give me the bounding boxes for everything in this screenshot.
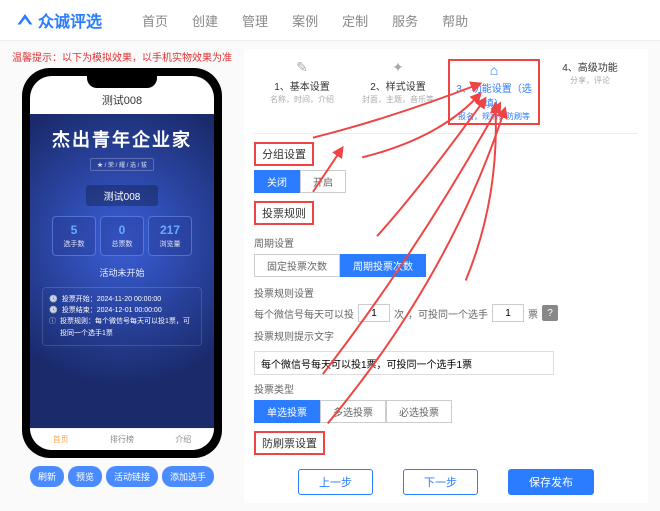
hero-section: 杰出青年企业家 ★ / 荣 / 耀 / 选 / 拔 测试008 5 选手数 0 …	[30, 114, 214, 428]
link-button[interactable]: 活动链接	[106, 466, 158, 487]
config-panel: ✎ 1、基本设置 名称，时间，介绍 ✦ 2、样式设置 封面，主题，音乐等 ⌂ 3…	[244, 49, 648, 503]
step-nav: ✎ 1、基本设置 名称，时间，介绍 ✦ 2、样式设置 封面，主题，音乐等 ⌂ 3…	[254, 57, 638, 134]
refresh-button[interactable]: 刷新	[30, 466, 64, 487]
rule-row: 每个微信号每天可以投 次 ，可投同一个选手 票 ?	[254, 304, 638, 322]
nav-create[interactable]: 创建	[192, 11, 218, 30]
edit-icon: ✎	[256, 59, 348, 76]
top-nav: 首页 创建 管理 案例 定制 服务 帮助	[142, 11, 468, 30]
main-area: 温馨提示：以下为模拟效果，以手机实物效果为准 测试008 杰出青年企业家 ★ /…	[0, 41, 660, 511]
nav-manage[interactable]: 管理	[242, 11, 268, 30]
vote-type-toggle: 单选投票 多选投票 必选投票	[254, 400, 638, 423]
logo-icon	[16, 11, 34, 29]
group-toggle: 关闭 开启	[254, 170, 638, 193]
tab-home[interactable]: 首页	[30, 429, 91, 450]
preview-button[interactable]: 预览	[68, 466, 102, 487]
step-advanced[interactable]: 4、高级功能 分享，评论	[542, 57, 638, 127]
phone-frame: 测试008 杰出青年企业家 ★ / 荣 / 耀 / 选 / 拔 测试008 5 …	[22, 68, 222, 458]
hero-subtitle: ★ / 荣 / 耀 / 选 / 拔	[90, 158, 154, 171]
clock-icon: 🕓	[49, 294, 58, 305]
save-publish-button[interactable]: 保存发布	[508, 469, 594, 495]
brand-text: 众诚评选	[38, 8, 102, 32]
vote-rules-label: 投票规则	[254, 201, 314, 225]
cycle-toggle: 固定投票次数 周期投票次数	[254, 254, 638, 277]
info-rule: ⓘ投票规则：每个微信号每天可以投1票，可投同一个选手1票	[49, 316, 195, 338]
hint-label: 投票规则提示文字	[254, 328, 638, 343]
sparkle-icon: ✦	[352, 59, 444, 76]
activity-status: 活动未开始	[36, 266, 208, 279]
votes-per-day-input[interactable]	[358, 304, 390, 322]
vote-type-multi[interactable]: 多选投票	[320, 400, 386, 423]
shield-icon: ⌂	[454, 62, 534, 78]
vote-type-label: 投票类型	[254, 381, 638, 396]
hero-badge: 测试008	[86, 185, 159, 206]
anti-cheat-label: 防刷票设置	[254, 431, 325, 455]
nav-home[interactable]: 首页	[142, 11, 168, 30]
step-style[interactable]: ✦ 2、样式设置 封面，主题，音乐等	[350, 57, 446, 127]
cycle-periodic-button[interactable]: 周期投票次数	[340, 254, 426, 277]
prev-step-button[interactable]: 上一步	[298, 469, 373, 495]
warning-text: 温馨提示：以下为模拟效果，以手机实物效果为准	[12, 49, 232, 64]
info-start: 🕓投票开始：2024-11-20 00:00:00	[49, 294, 195, 305]
nav-custom[interactable]: 定制	[342, 11, 368, 30]
hint-input[interactable]	[254, 351, 554, 375]
info-box: 🕓投票开始：2024-11-20 00:00:00 🕓投票结束：2024-12-…	[42, 287, 202, 346]
clock-icon: 🕓	[49, 305, 58, 316]
brand-logo[interactable]: 众诚评选	[16, 8, 102, 32]
phone-notch	[87, 74, 157, 88]
preview-actions: 刷新 预览 活动链接 添加选手	[12, 466, 232, 487]
cycle-fixed-button[interactable]: 固定投票次数	[254, 254, 340, 277]
rule-set-label: 投票规则设置	[254, 285, 638, 300]
tab-intro[interactable]: 介绍	[153, 429, 214, 450]
vote-type-single[interactable]: 单选投票	[254, 400, 320, 423]
next-step-button[interactable]: 下一步	[403, 469, 478, 495]
nav-service[interactable]: 服务	[392, 11, 418, 30]
rule-icon: ⓘ	[49, 316, 56, 327]
stat-votes: 0 总票数	[100, 216, 144, 256]
add-contestant-button[interactable]: 添加选手	[162, 466, 214, 487]
votes-per-contestant-input[interactable]	[492, 304, 524, 322]
vote-type-required[interactable]: 必选投票	[386, 400, 452, 423]
step-function[interactable]: ⌂ 3、功能设置（选填） 报名，规则，防刷等	[446, 57, 542, 127]
nav-help[interactable]: 帮助	[442, 11, 468, 30]
info-end: 🕓投票结束：2024-12-01 00:00:00	[49, 305, 195, 316]
step-basic[interactable]: ✎ 1、基本设置 名称，时间，介绍	[254, 57, 350, 127]
annotation-box-step: ⌂ 3、功能设置（选填） 报名，规则，防刷等	[448, 59, 540, 125]
tab-rank[interactable]: 排行榜	[91, 429, 152, 450]
group-section-label: 分组设置	[254, 142, 314, 166]
footer-buttons: 上一步 下一步 保存发布	[254, 469, 638, 495]
stats-row: 5 选手数 0 总票数 217 浏览量	[36, 216, 208, 256]
stat-views: 217 浏览量	[148, 216, 192, 256]
group-off-button[interactable]: 关闭	[254, 170, 300, 193]
top-header: 众诚评选 首页 创建 管理 案例 定制 服务 帮助	[0, 0, 660, 41]
help-icon[interactable]: ?	[542, 305, 558, 321]
stat-contestants: 5 选手数	[52, 216, 96, 256]
nav-cases[interactable]: 案例	[292, 11, 318, 30]
preview-column: 温馨提示：以下为模拟效果，以手机实物效果为准 测试008 杰出青年企业家 ★ /…	[12, 49, 232, 503]
hero-title: 杰出青年企业家	[36, 126, 208, 152]
phone-tabbar: 首页 排行榜 介绍	[30, 428, 214, 450]
cycle-label: 周期设置	[254, 235, 638, 250]
group-on-button[interactable]: 开启	[300, 170, 346, 193]
phone-screen: 测试008 杰出青年企业家 ★ / 荣 / 耀 / 选 / 拔 测试008 5 …	[30, 76, 214, 450]
